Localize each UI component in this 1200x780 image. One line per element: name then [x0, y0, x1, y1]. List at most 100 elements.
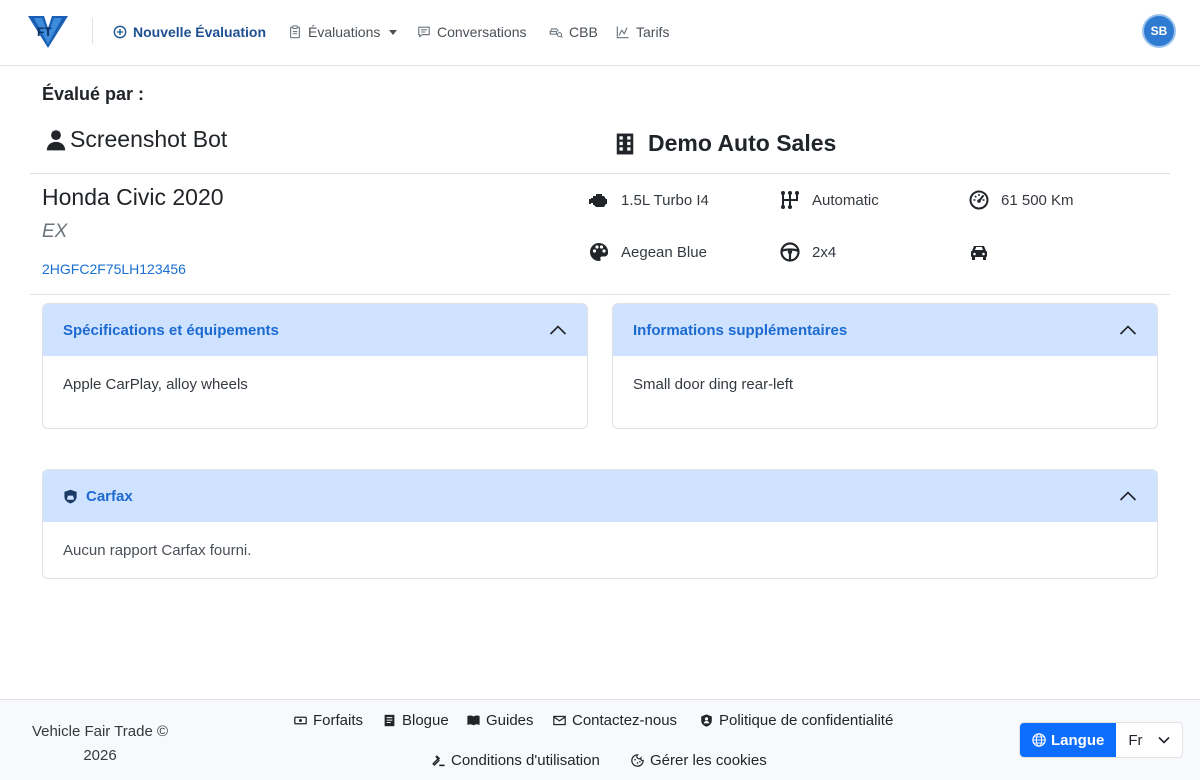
spec-color-value: Aegean Blue — [621, 243, 707, 261]
speedometer-icon — [969, 190, 989, 210]
additional-info-header[interactable]: Informations supplémentaires — [613, 304, 1157, 356]
dealer: Demo Auto Sales — [616, 130, 836, 157]
plus-circle-icon — [113, 25, 127, 39]
evaluator-name: Screenshot Bot — [70, 126, 228, 152]
language-select[interactable]: Fr — [1116, 723, 1183, 757]
footer-link-contact-label: Contactez-nous — [572, 712, 678, 729]
language-select-value: Fr — [1128, 731, 1143, 749]
footer-link-plans[interactable]: Forfaits — [294, 712, 363, 729]
shield-person-icon — [701, 714, 712, 727]
nav-new-evaluation[interactable]: Nouvelle Évaluation — [113, 21, 266, 43]
spec-engine-value: 1.5L Turbo I4 — [621, 191, 709, 209]
vehicle-vin-link[interactable]: 2HGFC2F75LH123456 — [42, 261, 186, 277]
chevron-up-icon — [549, 325, 567, 335]
nav-evaluations-label: Évaluations — [308, 24, 381, 40]
dealer-name: Demo Auto Sales — [648, 130, 837, 156]
specs-equipment-body: Apple CarPlay, alloy wheels — [63, 376, 248, 393]
nav-conversations[interactable]: Conversations — [417, 21, 527, 43]
spec-engine: 1.5L Turbo I4 — [589, 190, 709, 210]
nav-pricing-label: Tarifs — [636, 24, 670, 40]
gearshift-icon — [781, 191, 799, 209]
brand-logo[interactable]: FT — [28, 14, 68, 50]
nav-new-evaluation-label: Nouvelle Évaluation — [133, 24, 267, 40]
footer-link-cookies-label: Gérer les cookies — [650, 752, 767, 769]
footer-link-guides-label: Guides — [486, 712, 534, 729]
additional-info-title: Informations supplémentaires — [633, 321, 848, 339]
footer-link-terms[interactable]: Conditions d'utilisation — [432, 752, 600, 769]
building-icon — [616, 133, 634, 154]
copyright-line2: 2026 — [83, 747, 117, 764]
chevron-down-icon — [389, 29, 398, 35]
spec-transmission: Automatic — [780, 190, 879, 210]
chart-icon — [616, 26, 629, 39]
spec-mileage-value: 61 500 Km — [1001, 191, 1074, 209]
additional-info-card: Informations supplémentaires Small door … — [612, 303, 1158, 429]
nav-cbb-label: CBB — [569, 24, 598, 40]
engine-icon — [589, 194, 607, 207]
envelope-icon — [553, 715, 566, 726]
globe-icon — [1032, 733, 1046, 747]
blog-icon — [384, 714, 395, 727]
logo-icon: FT — [28, 16, 68, 48]
spec-body — [969, 242, 1001, 262]
person-icon — [46, 129, 66, 150]
nav-divider — [92, 18, 93, 44]
carfax-card: Carfax Aucun rapport Carfax fourni. — [42, 469, 1158, 579]
carfax-header[interactable]: Carfax — [43, 470, 1157, 522]
footer-link-blog[interactable]: Blogue — [383, 712, 449, 729]
chevron-up-icon — [1119, 325, 1137, 335]
carfax-body: Aucun rapport Carfax fourni. — [63, 542, 252, 559]
chat-icon — [418, 26, 430, 38]
specs-equipment-card: Spécifications et équipements Apple CarP… — [42, 303, 588, 429]
language-button[interactable]: Langue — [1020, 723, 1117, 757]
nav-conversations-label: Conversations — [437, 24, 527, 40]
steering-wheel-icon — [780, 242, 800, 262]
book-icon — [467, 715, 480, 726]
footer-link-privacy[interactable]: Politique de confidentialité — [700, 712, 893, 729]
user-avatar[interactable]: SB — [1142, 14, 1176, 48]
vehicle-title: Honda Civic 2020 — [42, 184, 224, 210]
additional-info-body: Small door ding rear-left — [633, 376, 794, 393]
footer: Vehicle Fair Trade © 2026 Forfaits Blogu… — [0, 699, 1200, 780]
footer-link-plans-label: Forfaits — [313, 712, 364, 729]
language-button-label: Langue — [1051, 731, 1105, 749]
gavel-icon — [432, 755, 445, 767]
car-icon — [971, 246, 987, 260]
shield-car-icon — [64, 489, 77, 503]
divider — [30, 173, 1170, 174]
car-search-icon — [549, 28, 563, 38]
copyright: Vehicle Fair Trade © 2026 — [30, 720, 170, 768]
specs-equipment-title: Spécifications et équipements — [63, 321, 279, 339]
spec-drivetrain-value: 2x4 — [812, 243, 837, 261]
copyright-line1: Vehicle Fair Trade © — [31, 723, 169, 740]
ticket-icon — [294, 716, 307, 725]
footer-link-contact[interactable]: Contactez-nous — [553, 712, 677, 729]
top-navbar: FT Nouvelle Évaluation Évaluations Conve… — [0, 0, 1200, 66]
spec-color: Aegean Blue — [589, 242, 707, 262]
footer-link-terms-label: Conditions d'utilisation — [451, 752, 600, 769]
spec-mileage: 61 500 Km — [969, 190, 1074, 210]
language-selector: Langue Fr — [1019, 722, 1184, 758]
spec-transmission-value: Automatic — [812, 191, 879, 209]
footer-link-privacy-label: Politique de confidentialité — [719, 712, 894, 729]
chevron-down-icon — [1158, 736, 1170, 744]
footer-link-guides[interactable]: Guides — [467, 712, 534, 729]
nav-evaluations-dropdown[interactable]: Évaluations — [288, 21, 398, 43]
footer-link-cookies[interactable]: Gérer les cookies — [631, 752, 767, 769]
evaluator: Screenshot Bot — [46, 126, 227, 153]
nav-pricing[interactable]: Tarifs — [616, 21, 669, 43]
svg-text:FT: FT — [37, 25, 52, 39]
carfax-title-group: Carfax — [63, 488, 133, 505]
evaluated-by-label: Évalué par : — [42, 84, 145, 104]
palette-icon — [590, 242, 609, 261]
footer-link-blog-label: Blogue — [402, 712, 449, 729]
nav-cbb[interactable]: CBB — [549, 21, 598, 43]
divider — [30, 294, 1170, 295]
carfax-title: Carfax — [86, 487, 133, 505]
spec-drivetrain: 2x4 — [780, 242, 836, 262]
specs-equipment-header[interactable]: Spécifications et équipements — [43, 304, 587, 356]
cookie-icon — [631, 754, 644, 767]
clipboard-icon — [290, 25, 300, 39]
chevron-up-icon — [1119, 491, 1137, 501]
vehicle-trim: EX — [42, 221, 68, 242]
